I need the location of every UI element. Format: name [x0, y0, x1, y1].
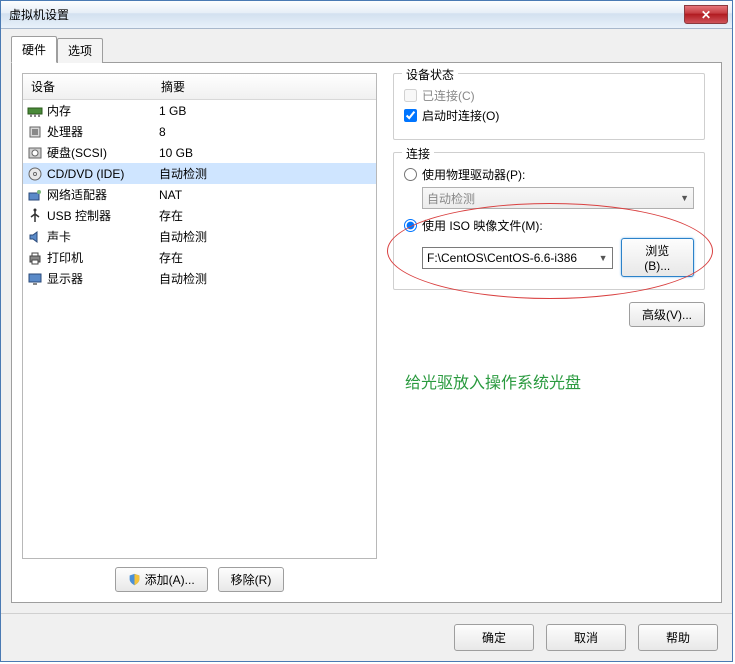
tab-panel: 设备 摘要 内存1 GB处理器8硬盘(SCSI)10 GBCD/DVD (IDE… [11, 62, 722, 603]
device-summary: 1 GB [159, 104, 372, 118]
help-button[interactable]: 帮助 [638, 624, 718, 651]
cancel-button[interactable]: 取消 [546, 624, 626, 651]
window-title: 虚拟机设置 [9, 6, 69, 23]
device-row[interactable]: 网络适配器NAT [23, 184, 376, 205]
device-row[interactable]: 显示器自动检测 [23, 268, 376, 289]
chevron-down-icon: ▼ [680, 193, 689, 203]
dialog-footer: 确定 取消 帮助 [1, 613, 732, 661]
memory-icon [27, 103, 43, 119]
ok-button[interactable]: 确定 [454, 624, 534, 651]
device-status-group: 设备状态 已连接(C) 启动时连接(O) [393, 73, 705, 140]
cpu-icon [27, 124, 43, 140]
device-list-header: 设备 摘要 [23, 74, 376, 100]
header-device[interactable]: 设备 [23, 74, 153, 99]
connected-label: 已连接(C) [422, 87, 475, 104]
iso-path-combo[interactable]: F:\CentOS\CentOS-6.6-i386 ▼ [422, 247, 613, 269]
iso-path-value: F:\CentOS\CentOS-6.6-i386 [427, 251, 577, 265]
content-area: 硬件 选项 设备 摘要 内存1 GB处理器8硬盘(SCSI)10 GBCD/DV… [1, 29, 732, 613]
tab-options[interactable]: 选项 [57, 38, 103, 63]
device-summary: 存在 [159, 207, 372, 224]
device-name: CD/DVD (IDE) [47, 167, 159, 181]
device-summary: NAT [159, 188, 372, 202]
connect-at-power-checkbox[interactable] [404, 109, 417, 122]
dialog-window: 虚拟机设置 ✕ 硬件 选项 设备 摘要 内存1 GB处理器8硬盘(SCSI)10… [0, 0, 733, 662]
device-row[interactable]: 打印机存在 [23, 247, 376, 268]
connection-title: 连接 [402, 145, 434, 162]
device-row[interactable]: 处理器8 [23, 121, 376, 142]
right-column: 设备状态 已连接(C) 启动时连接(O) 连接 使用物理驱动器(P): [387, 73, 711, 592]
connected-checkbox[interactable] [404, 89, 417, 102]
connect-at-power-label: 启动时连接(O) [422, 107, 499, 124]
usb-icon [27, 208, 43, 224]
device-name: 网络适配器 [47, 186, 159, 203]
browse-button[interactable]: 浏览(B)... [621, 238, 695, 277]
device-buttons: 添加(A)... 移除(R) [22, 567, 377, 592]
add-button[interactable]: 添加(A)... [115, 567, 208, 592]
device-name: 处理器 [47, 123, 159, 140]
tab-strip: 硬件 选项 [11, 36, 722, 63]
device-row[interactable]: USB 控制器存在 [23, 205, 376, 226]
hdd-icon [27, 145, 43, 161]
device-name: 声卡 [47, 228, 159, 245]
device-name: 硬盘(SCSI) [47, 144, 159, 161]
device-name: 打印机 [47, 249, 159, 266]
device-summary: 自动检测 [159, 165, 372, 182]
use-physical-radio[interactable] [404, 168, 417, 181]
display-icon [27, 271, 43, 287]
header-summary[interactable]: 摘要 [153, 74, 376, 99]
use-iso-label: 使用 ISO 映像文件(M): [422, 217, 543, 234]
left-column: 设备 摘要 内存1 GB处理器8硬盘(SCSI)10 GBCD/DVD (IDE… [22, 73, 377, 592]
device-row[interactable]: 硬盘(SCSI)10 GB [23, 142, 376, 163]
close-button[interactable]: ✕ [684, 5, 728, 24]
device-summary: 8 [159, 125, 372, 139]
device-name: 内存 [47, 102, 159, 119]
device-summary: 10 GB [159, 146, 372, 160]
shield-icon [128, 573, 141, 586]
device-status-title: 设备状态 [402, 66, 458, 83]
device-summary: 存在 [159, 249, 372, 266]
device-row[interactable]: 内存1 GB [23, 100, 376, 121]
add-button-label: 添加(A)... [145, 571, 195, 588]
tab-hardware[interactable]: 硬件 [11, 36, 57, 63]
device-summary: 自动检测 [159, 228, 372, 245]
close-icon: ✕ [701, 8, 711, 22]
cd-icon [27, 166, 43, 182]
physical-drive-combo[interactable]: 自动检测 ▼ [422, 187, 694, 209]
device-row[interactable]: CD/DVD (IDE)自动检测 [23, 163, 376, 184]
chevron-down-icon: ▼ [599, 253, 608, 263]
device-name: 显示器 [47, 270, 159, 287]
net-icon [27, 187, 43, 203]
annotation-text: 给光驱放入操作系统光盘 [405, 369, 581, 393]
device-name: USB 控制器 [47, 207, 159, 224]
advanced-button[interactable]: 高级(V)... [629, 302, 705, 327]
remove-button[interactable]: 移除(R) [218, 567, 285, 592]
sound-icon [27, 229, 43, 245]
title-bar: 虚拟机设置 ✕ [1, 1, 732, 29]
physical-drive-value: 自动检测 [427, 190, 475, 207]
connection-group: 连接 使用物理驱动器(P): 自动检测 ▼ 使用 ISO 映像文件(M): [393, 152, 705, 290]
device-row[interactable]: 声卡自动检测 [23, 226, 376, 247]
use-physical-label: 使用物理驱动器(P): [422, 166, 525, 183]
device-list[interactable]: 设备 摘要 内存1 GB处理器8硬盘(SCSI)10 GBCD/DVD (IDE… [22, 73, 377, 559]
use-iso-radio[interactable] [404, 219, 417, 232]
printer-icon [27, 250, 43, 266]
device-summary: 自动检测 [159, 270, 372, 287]
